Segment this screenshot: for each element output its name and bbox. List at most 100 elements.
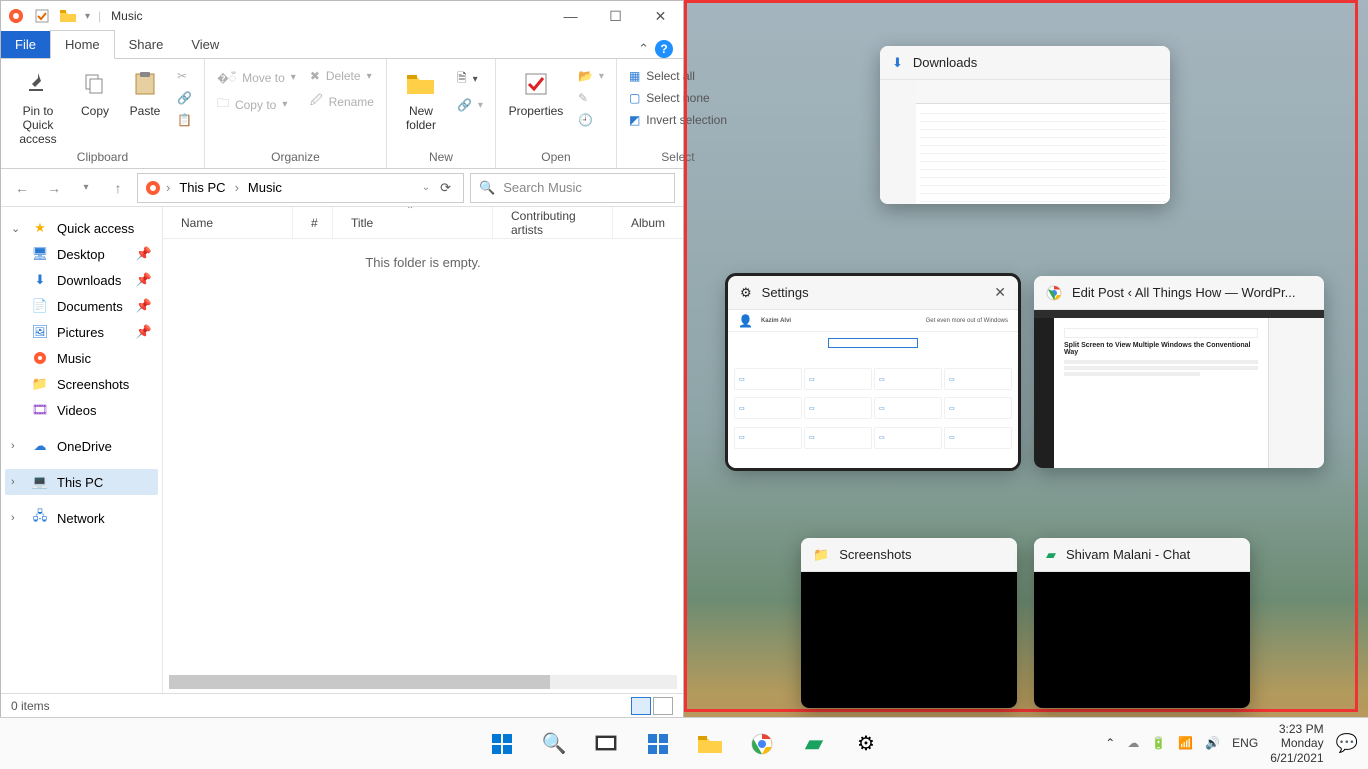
tray-onedrive-icon[interactable]: ☁	[1127, 736, 1139, 750]
nav-network[interactable]: ›🖧Network	[5, 505, 158, 531]
refresh-button[interactable]: ⟳	[440, 180, 451, 196]
tray-language[interactable]: ENG	[1232, 736, 1258, 750]
ribbon: Pin to Quick access Copy Paste ✂ 🔗 📋 Cli…	[1, 59, 683, 169]
forward-button[interactable]: →	[41, 175, 67, 201]
navigation-bar: ← → ▾ ↑ › This PC › Music ⌄ ⟳ 🔍 Search M…	[1, 169, 683, 207]
widgets-button[interactable]	[642, 728, 674, 760]
paste-button[interactable]: Paste	[123, 63, 167, 119]
pin-quick-access-button[interactable]: Pin to Quick access	[9, 63, 67, 146]
col-album[interactable]: Album	[613, 207, 683, 238]
nav-quick-access[interactable]: ⌄★Quick access	[5, 215, 158, 241]
edit-button[interactable]: ✎	[574, 89, 608, 107]
qat-dropdown-icon[interactable]: ▾	[85, 11, 90, 22]
thumb-title-chat: Shivam Malani - Chat	[1066, 547, 1190, 562]
taskbar-explorer-button[interactable]	[694, 728, 726, 760]
address-dropdown-icon[interactable]: ⌄	[422, 182, 430, 193]
tray-volume-icon[interactable]: 🔊	[1205, 736, 1220, 750]
up-button[interactable]: ↑	[105, 175, 131, 201]
ribbon-collapse-icon[interactable]: ⌃	[638, 41, 649, 57]
select-all-icon: ▦	[629, 69, 640, 83]
nav-onedrive[interactable]: ›☁OneDrive	[5, 433, 158, 459]
back-button[interactable]: ←	[9, 175, 35, 201]
snap-thumb-downloads[interactable]: ⬇Downloads	[880, 46, 1170, 204]
nav-pictures[interactable]: 🖼Pictures📌	[5, 319, 158, 345]
move-to-button[interactable]: �ँMove to▾	[213, 67, 300, 88]
column-headers[interactable]: Name⌃ # Title Contributing artists Album	[163, 207, 683, 239]
help-icon[interactable]: ?	[655, 40, 673, 58]
ribbon-tabs: File Home Share View ⌃ ?	[1, 31, 683, 59]
minimize-button[interactable]: ―	[548, 1, 593, 31]
col-name[interactable]: Name⌃	[163, 207, 293, 238]
history-button[interactable]: 🕘	[574, 111, 608, 129]
task-view-button[interactable]	[590, 728, 622, 760]
chrome-icon	[1046, 285, 1062, 301]
search-box[interactable]: 🔍 Search Music	[470, 173, 675, 203]
taskbar-settings-button[interactable]: ⚙	[850, 728, 882, 760]
paste-label: Paste	[123, 105, 167, 119]
tray-wifi-icon[interactable]: 📶	[1178, 736, 1193, 750]
copy-button[interactable]: Copy	[73, 63, 117, 119]
copy-path-button[interactable]: 🔗	[173, 89, 196, 107]
qat-folder-icon[interactable]	[59, 7, 77, 25]
snap-thumb-wordpress[interactable]: Edit Post ‹ All Things How — WordPr... S…	[1034, 276, 1324, 468]
open-icon: 📂	[578, 69, 593, 83]
tray-battery-icon[interactable]: 🔋	[1151, 736, 1166, 750]
recent-locations-button[interactable]: ▾	[73, 175, 99, 201]
content-pane[interactable]: Name⌃ # Title Contributing artists Album…	[163, 207, 683, 693]
rename-button[interactable]: 🖉Rename	[306, 89, 378, 114]
close-button[interactable]: ✕	[638, 1, 683, 31]
thumb-title-wordpress: Edit Post ‹ All Things How — WordPr...	[1072, 285, 1296, 300]
navigation-pane[interactable]: ⌄★Quick access 🖥Desktop📌 ⬇Downloads📌 📄Do…	[1, 207, 163, 693]
view-large-button[interactable]	[653, 697, 673, 715]
delete-icon: ✖	[310, 69, 320, 83]
view-details-button[interactable]	[631, 697, 651, 715]
tab-view[interactable]: View	[177, 31, 233, 58]
snap-thumb-chat[interactable]: ▰Shivam Malani - Chat	[1034, 538, 1250, 708]
open-button[interactable]: 📂▾	[574, 67, 608, 85]
delete-button[interactable]: ✖Delete▾	[306, 67, 378, 85]
new-item-icon: 🗎	[457, 69, 467, 90]
start-button[interactable]	[486, 728, 518, 760]
star-icon: ★	[31, 219, 49, 237]
properties-button[interactable]: Properties	[504, 63, 568, 119]
nav-videos[interactable]: 🎞Videos	[5, 397, 158, 423]
taskbar-chat-button[interactable]: ▰	[798, 728, 830, 760]
cut-button[interactable]: ✂	[173, 67, 196, 85]
folder-icon: 📁	[813, 547, 829, 563]
tray-overflow-button[interactable]: ⌃	[1105, 736, 1115, 750]
nav-documents[interactable]: 📄Documents📌	[5, 293, 158, 319]
tab-home[interactable]: Home	[50, 30, 115, 59]
copy-to-button[interactable]: 🗀Copy to▾	[213, 92, 300, 117]
pictures-icon: 🖼	[31, 323, 49, 341]
col-number[interactable]: #	[293, 207, 333, 238]
thumb-close-button[interactable]: ✕	[994, 284, 1006, 301]
snap-thumb-screenshots[interactable]: 📁Screenshots	[801, 538, 1017, 708]
horizontal-scrollbar[interactable]	[169, 675, 677, 689]
new-item-button[interactable]: 🗎▾	[453, 67, 487, 92]
nav-screenshots[interactable]: 📁Screenshots	[5, 371, 158, 397]
title-bar[interactable]: ▾ | Music ― ☐ ✕	[1, 1, 683, 31]
paste-shortcut-button[interactable]: 📋	[173, 111, 196, 129]
col-artists[interactable]: Contributing artists	[493, 207, 613, 238]
taskbar-chrome-button[interactable]	[746, 728, 778, 760]
item-count: 0 items	[11, 699, 50, 713]
notification-center-button[interactable]: 💬	[1336, 733, 1358, 754]
nav-desktop[interactable]: 🖥Desktop📌	[5, 241, 158, 267]
tray-clock[interactable]: 3:23 PM Monday 6/21/2021	[1270, 722, 1323, 765]
nav-music[interactable]: Music	[5, 345, 158, 371]
nav-this-pc[interactable]: ›💻This PC	[5, 469, 158, 495]
new-folder-button[interactable]: New folder	[395, 63, 447, 133]
tab-share[interactable]: Share	[115, 31, 178, 58]
breadcrumb-thispc[interactable]: This PC	[174, 178, 230, 197]
breadcrumb-music[interactable]: Music	[243, 178, 287, 197]
taskbar[interactable]: 🔍 ▰ ⚙ ⌃ ☁ 🔋 📶 🔊 ENG 3:23 PM Monday 6/21/…	[0, 717, 1368, 769]
easy-access-button[interactable]: 🔗▾	[453, 96, 487, 114]
tab-file[interactable]: File	[1, 31, 50, 58]
nav-downloads[interactable]: ⬇Downloads📌	[5, 267, 158, 293]
music-icon	[31, 349, 49, 367]
maximize-button[interactable]: ☐	[593, 1, 638, 31]
qat-properties-icon[interactable]	[33, 7, 51, 25]
address-bar[interactable]: › This PC › Music ⌄ ⟳	[137, 173, 464, 203]
taskbar-search-button[interactable]: 🔍	[538, 728, 570, 760]
snap-thumb-settings[interactable]: ⚙Settings✕ 👤Kazim AlviGet even more out …	[728, 276, 1018, 468]
